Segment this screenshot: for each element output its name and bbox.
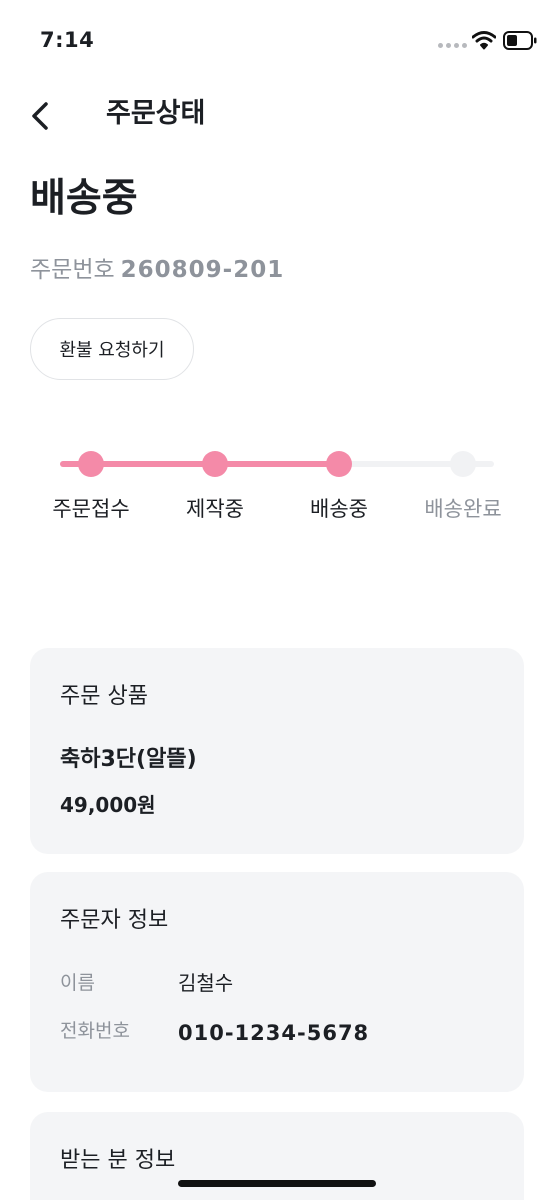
order-number-value: 260809-201 bbox=[120, 257, 285, 283]
orderer-phone-label: 전화번호 bbox=[60, 1020, 130, 1042]
order-number: 주문번호 260809-201 bbox=[30, 254, 284, 286]
product-price: 49,000원 bbox=[60, 793, 156, 817]
orderer-phone-value: 010-1234-5678 bbox=[178, 1021, 370, 1045]
step-label-in-production: 제작중 bbox=[186, 497, 244, 521]
status-time: 7:14 bbox=[40, 28, 95, 52]
orderer-name-value: 김철수 bbox=[178, 971, 234, 995]
step-dot-in-production bbox=[202, 451, 228, 477]
page-title: 주문상태 bbox=[106, 98, 206, 129]
step-dot-order-received bbox=[78, 451, 104, 477]
product-name: 축하3단(알뜰) bbox=[60, 747, 197, 772]
order-status-screen: 7:14 주문상태 배송중 주문번호 260809-201 환불 요청하기 주문접… bbox=[0, 0, 554, 1200]
back-arrow-icon[interactable] bbox=[24, 96, 60, 136]
step-dot-shipping bbox=[326, 451, 352, 477]
cellular-signal-icon bbox=[438, 43, 467, 48]
orderer-info-title: 주문자 정보 bbox=[60, 908, 169, 933]
orderer-info-card: 주문자 정보 이름 김철수 전화번호 010-1234-5678 bbox=[30, 872, 524, 1092]
ordered-product-card: 주문 상품 축하3단(알뜰) 49,000원 bbox=[30, 648, 524, 854]
battery-icon bbox=[503, 31, 537, 50]
status-bar: 7:14 bbox=[0, 0, 554, 80]
step-label-delivered: 배송완료 bbox=[424, 497, 502, 521]
step-label-order-received: 주문접수 bbox=[52, 497, 130, 521]
order-status-heading: 배송중 bbox=[30, 176, 138, 221]
recipient-info-title: 받는 분 정보 bbox=[60, 1148, 176, 1173]
orderer-name-label: 이름 bbox=[60, 972, 95, 994]
refund-request-button[interactable]: 환불 요청하기 bbox=[30, 318, 194, 380]
step-label-shipping: 배송중 bbox=[310, 497, 368, 521]
order-number-label: 주문번호 bbox=[30, 257, 115, 283]
step-dot-delivered bbox=[450, 451, 476, 477]
ordered-product-title: 주문 상품 bbox=[60, 684, 148, 709]
home-indicator bbox=[178, 1180, 376, 1187]
wifi-icon bbox=[472, 31, 496, 50]
